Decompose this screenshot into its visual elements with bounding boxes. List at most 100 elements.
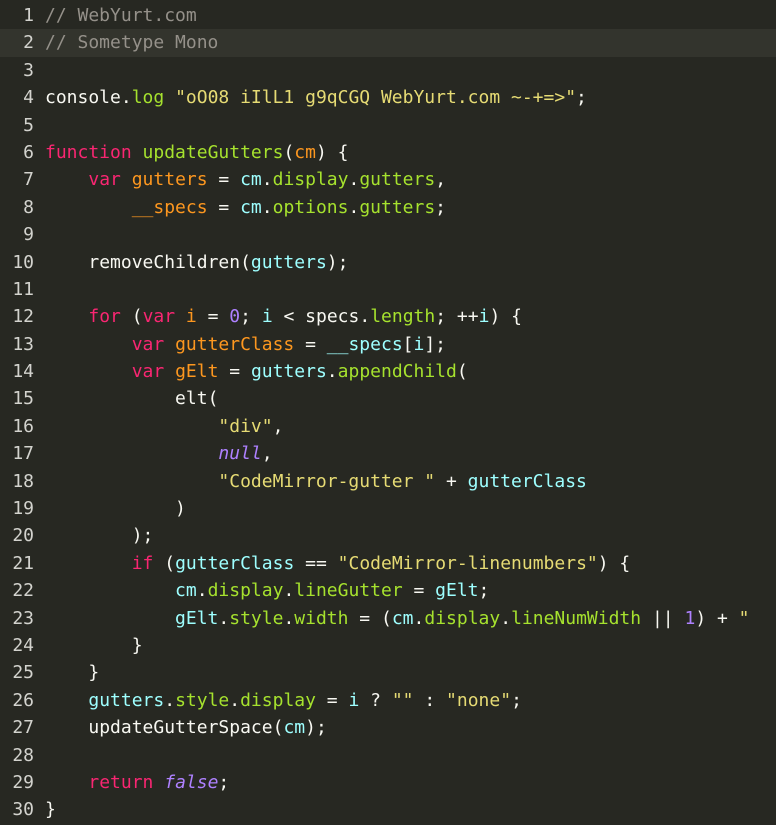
line-code: if (gutterClass == "CodeMirror-linenumbe… — [34, 550, 631, 577]
line-number: 21 — [12, 552, 34, 574]
code-line[interactable]: 16 "div", — [0, 413, 776, 440]
code-token: for — [88, 306, 121, 328]
code-token: var — [142, 306, 176, 328]
code-token: removeChildren — [88, 251, 241, 273]
code-token: . — [326, 361, 338, 383]
code-token: ) — [175, 498, 186, 520]
code-token: . — [283, 580, 295, 602]
code-token: gElt — [435, 580, 479, 602]
code-token: , — [435, 169, 447, 191]
code-token: ); — [131, 525, 154, 547]
code-token: gutterClass — [175, 333, 295, 355]
code-line[interactable]: 20 ); — [0, 522, 776, 549]
code-line[interactable]: 19 ) — [0, 495, 776, 522]
code-line[interactable]: 8 __specs = cm.options.gutters; — [0, 194, 776, 221]
code-editor[interactable]: 1// WebYurt.com 2// Sometype Mono 3 4 consol… — [0, 0, 776, 825]
code-token: : — [413, 689, 447, 711]
code-line[interactable]: 30} — [0, 796, 776, 823]
code-token: display — [272, 169, 349, 191]
code-token: __specs — [326, 333, 403, 355]
code-line[interactable]: 7 var gutters = cm.display.gutters, — [0, 166, 776, 193]
code-token: = ( — [348, 607, 392, 629]
code-line[interactable]: 1 // WebYurt.com — [0, 2, 776, 29]
code-line[interactable]: 28 — [0, 742, 776, 769]
code-token: . — [413, 607, 425, 629]
line-code: // Sometype Mono — [34, 29, 218, 56]
code-token: . — [261, 196, 273, 218]
code-token: console — [45, 87, 121, 109]
code-line[interactable]: 22 cm.display.lineGutter = gElt; — [0, 577, 776, 604]
line-code: gutters.style.display = i ? "" : "none"; — [34, 687, 522, 714]
code-line[interactable]: 13 var gutterClass = __specs[i]; — [0, 331, 776, 358]
code-token: gutters — [250, 251, 327, 273]
code-line[interactable]: 3 — [0, 57, 776, 84]
line-number: 25 — [12, 662, 34, 684]
line-code: function updateGutters(cm) { — [34, 139, 348, 166]
code-token: lineNumWidth — [511, 607, 642, 629]
code-line[interactable]: 14 var gElt = gutters.appendChild( — [0, 358, 776, 385]
code-token: . — [261, 169, 273, 191]
code-line[interactable]: 29 return false; — [0, 769, 776, 796]
line-number: 2 — [23, 32, 34, 54]
code-token: display — [207, 580, 284, 602]
code-token: ( — [283, 141, 295, 163]
code-line[interactable]: 25 } — [0, 659, 776, 686]
line-number: 10 — [12, 251, 34, 273]
code-token: ( — [153, 552, 176, 574]
code-token: ; — [218, 771, 230, 793]
code-token: false — [164, 771, 219, 793]
code-token: " — [738, 607, 750, 629]
code-token: gutterClass — [467, 470, 587, 492]
line-number: 17 — [12, 443, 34, 465]
code-token: ; — [435, 196, 447, 218]
code-line[interactable]: 5 — [0, 112, 776, 139]
code-token: gutters — [359, 169, 436, 191]
code-line[interactable]: 27 updateGutterSpace(cm); — [0, 714, 776, 741]
code-line[interactable]: 9 — [0, 221, 776, 248]
code-line[interactable]: 26 gutters.style.display = i ? "" : "non… — [0, 687, 776, 714]
code-token: . — [196, 580, 208, 602]
line-number: 27 — [12, 717, 34, 739]
code-line[interactable]: 23 gElt.style.width = (cm.display.lineNu… — [0, 605, 776, 632]
code-token: , — [261, 443, 273, 465]
code-token: . — [283, 607, 295, 629]
line-number: 9 — [23, 224, 34, 246]
code-token: "div" — [218, 415, 273, 437]
code-line[interactable]: 17 null, — [0, 440, 776, 467]
code-token: ( — [456, 361, 468, 383]
code-line[interactable]: 11 — [0, 276, 776, 303]
code-token: ; ++ — [435, 306, 479, 328]
code-line[interactable]: 18 "CodeMirror-gutter " + gutterClass — [0, 468, 776, 495]
code-token: ; — [240, 306, 262, 328]
code-line[interactable]: 10 removeChildren(gutters); — [0, 249, 776, 276]
code-line[interactable]: 2 // Sometype Mono — [0, 29, 776, 57]
line-number: 6 — [23, 141, 34, 163]
line-number: 26 — [12, 689, 34, 711]
code-token: + — [435, 470, 468, 492]
code-line[interactable]: 15 elt( — [0, 385, 776, 412]
code-token: style — [229, 607, 284, 629]
code-token: ; — [478, 580, 490, 602]
line-number: 12 — [12, 306, 34, 328]
code-token: } — [88, 662, 100, 684]
code-token: var — [88, 169, 121, 191]
code-line[interactable]: 6 function updateGutters(cm) { — [0, 139, 776, 166]
line-number: 19 — [12, 498, 34, 520]
code-token: updateGutters — [142, 141, 284, 163]
code-line[interactable]: 24 } — [0, 632, 776, 659]
code-line[interactable]: 12 for (var i = 0; i < specs.length; ++i… — [0, 303, 776, 330]
code-line[interactable]: 4 console.log "oO08 iIlL1 g9qCGQ WebYurt.… — [0, 84, 776, 111]
code-line[interactable]: 21 if (gutterClass == "CodeMirror-linenu… — [0, 550, 776, 577]
code-token: = — [218, 361, 251, 383]
